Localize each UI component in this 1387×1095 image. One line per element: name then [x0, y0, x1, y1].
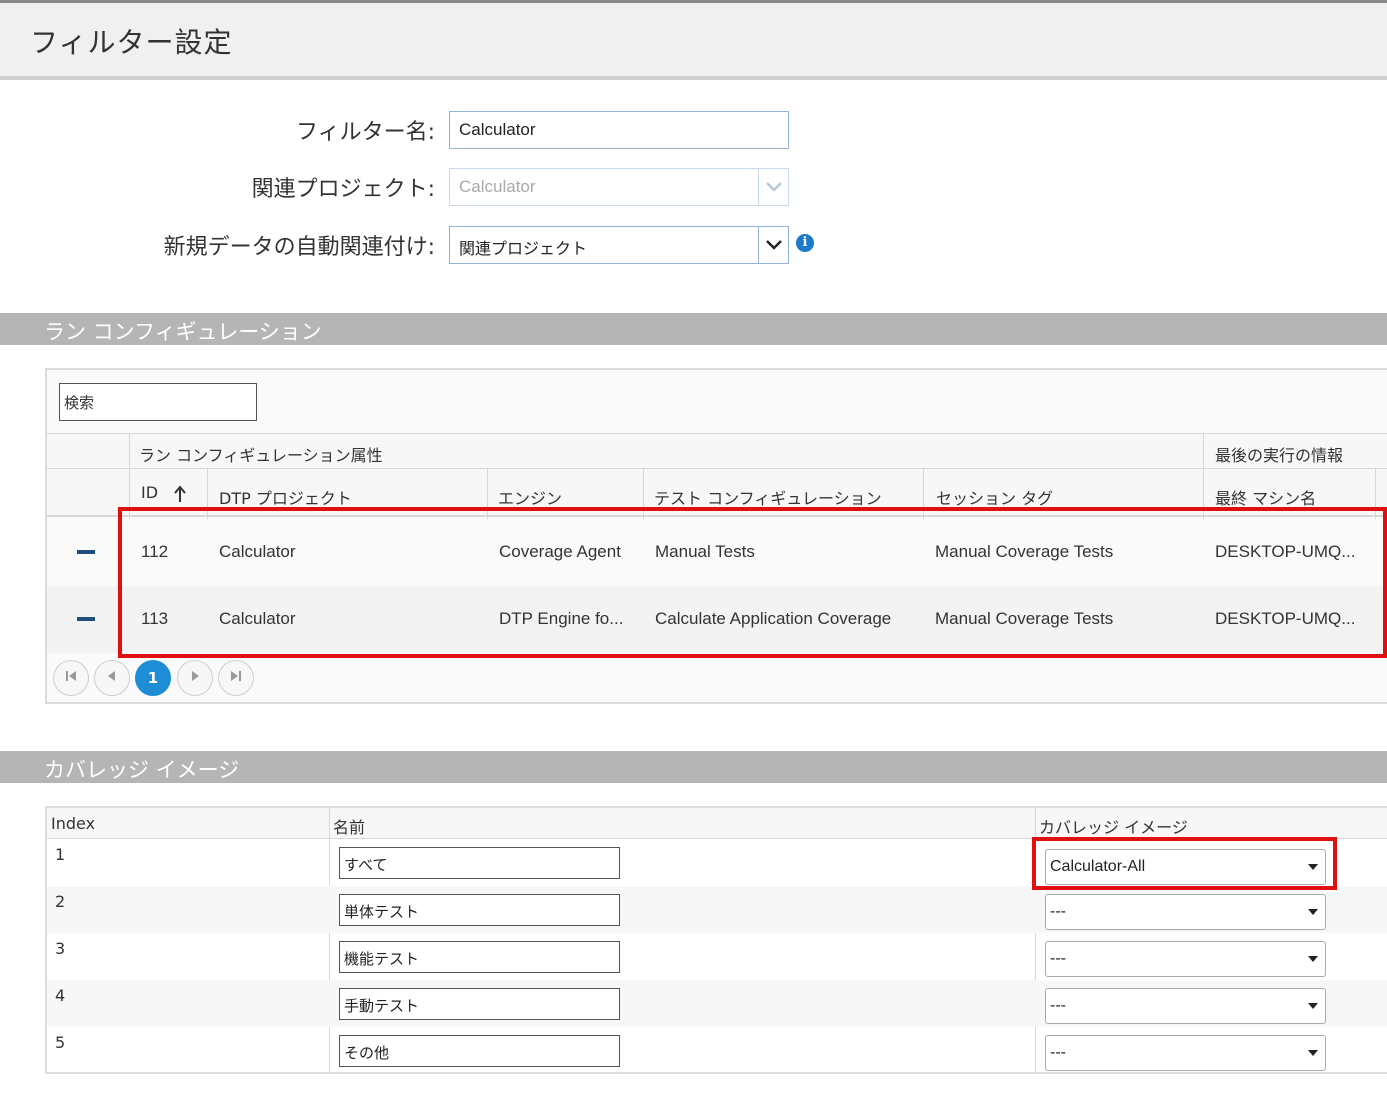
project-select: Calculator: [449, 168, 789, 206]
first-page-button[interactable]: [53, 660, 89, 696]
column-header-session-tag[interactable]: セッション タグ: [936, 485, 1053, 509]
group-header-attributes: ラン コンフィギュレーション属性: [139, 446, 383, 465]
cell-index: 1: [55, 845, 66, 864]
chevron-down-icon: [758, 169, 788, 205]
name-input[interactable]: 手動テスト: [339, 988, 620, 1020]
search-placeholder: 検索: [64, 394, 95, 412]
name-input[interactable]: その他: [339, 1035, 620, 1067]
sort-ascending-icon[interactable]: [174, 485, 186, 507]
run-config-section-title: ラン コンフィギュレーション: [44, 320, 322, 344]
run-config-section-header: ラン コンフィギュレーション: [0, 313, 1387, 345]
name-value: その他: [344, 1044, 390, 1062]
project-label: 関連プロジェクト:: [251, 177, 435, 202]
prev-page-button[interactable]: [94, 660, 130, 696]
coverage-image-select[interactable]: ---: [1045, 941, 1326, 977]
grid-group-header: ラン コンフィギュレーション属性 最後の実行の情報: [47, 433, 1387, 470]
coverage-image-value: ---: [1050, 1044, 1066, 1061]
filter-name-value: Calculator: [459, 120, 536, 139]
coverage-section-header: カバレッジ イメージ: [0, 751, 1387, 783]
cell-index: 5: [55, 1033, 66, 1052]
coverage-table-header: Index 名前 カバレッジ イメージ: [47, 808, 1387, 839]
name-value: 機能テスト: [344, 950, 420, 968]
table-row: 3 機能テスト ---: [47, 933, 1387, 980]
cell-index: 4: [55, 986, 66, 1005]
coverage-image-select[interactable]: ---: [1045, 1035, 1326, 1071]
column-header-test-config[interactable]: テスト コンフィギュレーション: [654, 485, 882, 509]
last-page-button[interactable]: [218, 660, 254, 696]
coverage-image-value: ---: [1050, 997, 1066, 1014]
info-icon[interactable]: i: [796, 234, 814, 252]
name-value: すべて: [344, 856, 388, 874]
column-header-project[interactable]: DTP プロジェクト: [219, 485, 352, 509]
auto-assoc-select[interactable]: 関連プロジェクト: [449, 226, 789, 264]
table-row: 5 その他 ---: [47, 1027, 1387, 1074]
coverage-image-select[interactable]: ---: [1045, 894, 1326, 930]
divider: [1203, 434, 1204, 470]
filter-name-label: フィルター名:: [296, 120, 435, 145]
name-input[interactable]: 機能テスト: [339, 941, 620, 973]
caret-down-icon: [1308, 1050, 1318, 1056]
table-row: 2 単体テスト ---: [47, 886, 1387, 933]
remove-icon[interactable]: [77, 617, 95, 621]
column-header-engine[interactable]: エンジン: [498, 485, 562, 509]
filter-name-input[interactable]: Calculator: [449, 111, 789, 149]
highlight-box: [1032, 837, 1337, 890]
project-value: Calculator: [459, 177, 536, 196]
table-row: 4 手動テスト ---: [47, 980, 1387, 1027]
coverage-image-value: ---: [1050, 903, 1066, 920]
column-header-machine[interactable]: 最終 マシン名: [1215, 485, 1316, 509]
auto-assoc-value: 関連プロジェクト: [459, 241, 588, 258]
column-header-name: 名前: [333, 818, 366, 837]
remove-icon[interactable]: [77, 550, 95, 554]
page-1-button[interactable]: 1: [135, 660, 171, 696]
highlight-box: [118, 507, 1387, 658]
name-input[interactable]: すべて: [339, 847, 620, 879]
group-header-last-run: 最後の実行の情報: [1215, 446, 1344, 465]
cell-index: 2: [55, 892, 66, 911]
page-title: フィルター設定: [30, 26, 233, 59]
name-value: 単体テスト: [344, 903, 420, 921]
column-header-coverage-image: カバレッジ イメージ: [1039, 818, 1188, 837]
name-value: 手動テスト: [344, 997, 420, 1015]
caret-down-icon: [1308, 909, 1318, 915]
coverage-image-select[interactable]: ---: [1045, 988, 1326, 1024]
page-header: フィルター設定: [0, 0, 1387, 80]
column-header-id[interactable]: ID: [141, 483, 158, 502]
next-page-button[interactable]: [177, 660, 213, 696]
column-header-index: Index: [51, 814, 96, 833]
auto-assoc-label: 新規データの自動関連付け:: [163, 235, 435, 260]
caret-down-icon: [1308, 1003, 1318, 1009]
coverage-section-title: カバレッジ イメージ: [44, 758, 240, 782]
cell-index: 3: [55, 939, 66, 958]
divider: [129, 434, 130, 470]
coverage-image-value: ---: [1050, 950, 1066, 967]
chevron-down-icon[interactable]: [758, 227, 788, 263]
caret-down-icon: [1308, 956, 1318, 962]
name-input[interactable]: 単体テスト: [339, 894, 620, 926]
search-input[interactable]: 検索: [59, 383, 257, 421]
